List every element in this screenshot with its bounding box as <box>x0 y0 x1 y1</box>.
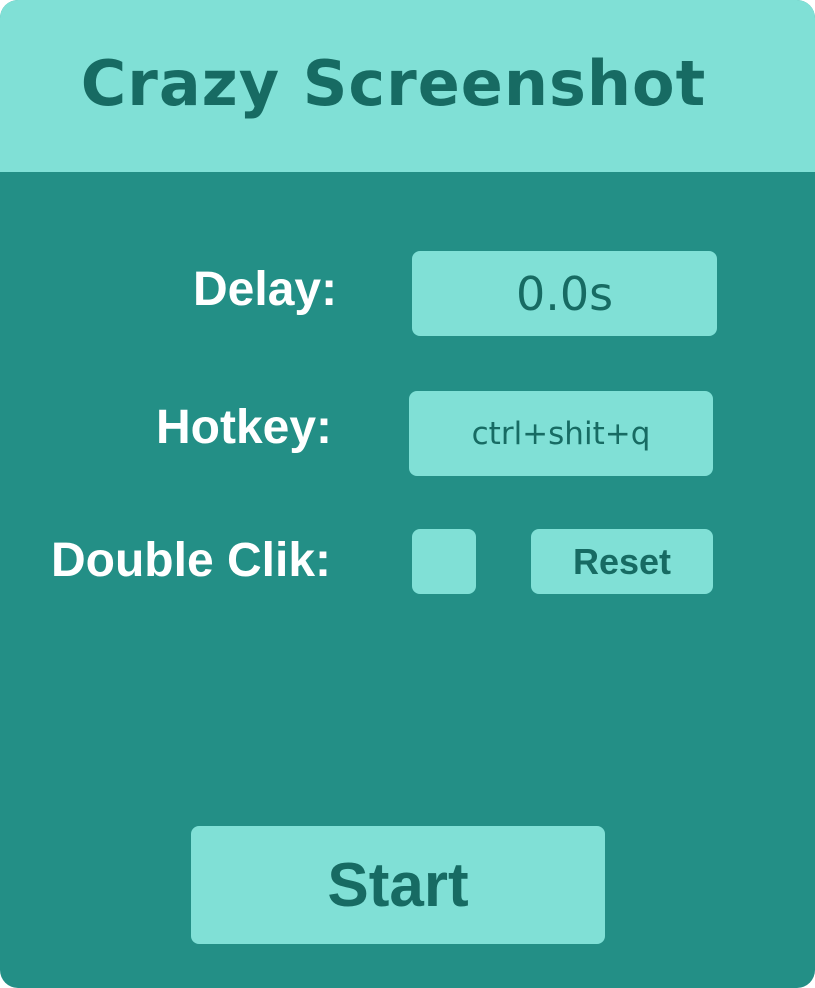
double-click-label: Double Clik: <box>51 534 332 587</box>
delay-label: Delay: <box>193 263 338 316</box>
app-title: Crazy Screenshot <box>80 46 707 120</box>
hotkey-value: ctrl+shit+q <box>471 415 651 452</box>
delay-input[interactable]: 0.0s <box>412 251 717 336</box>
app-window: Crazy Screenshot Delay: 0.0s Hotkey: ctr… <box>0 0 815 988</box>
start-button-label: Start <box>327 850 469 920</box>
hotkey-label: Hotkey: <box>156 401 333 454</box>
reset-button-label: Reset <box>572 540 672 582</box>
start-button[interactable]: Start <box>191 826 605 944</box>
header-bar: Crazy Screenshot <box>0 0 815 172</box>
reset-button[interactable]: Reset <box>531 529 713 594</box>
delay-value: 0.0s <box>515 266 614 321</box>
double-click-checkbox[interactable] <box>412 529 476 594</box>
hotkey-input[interactable]: ctrl+shit+q <box>409 391 713 476</box>
